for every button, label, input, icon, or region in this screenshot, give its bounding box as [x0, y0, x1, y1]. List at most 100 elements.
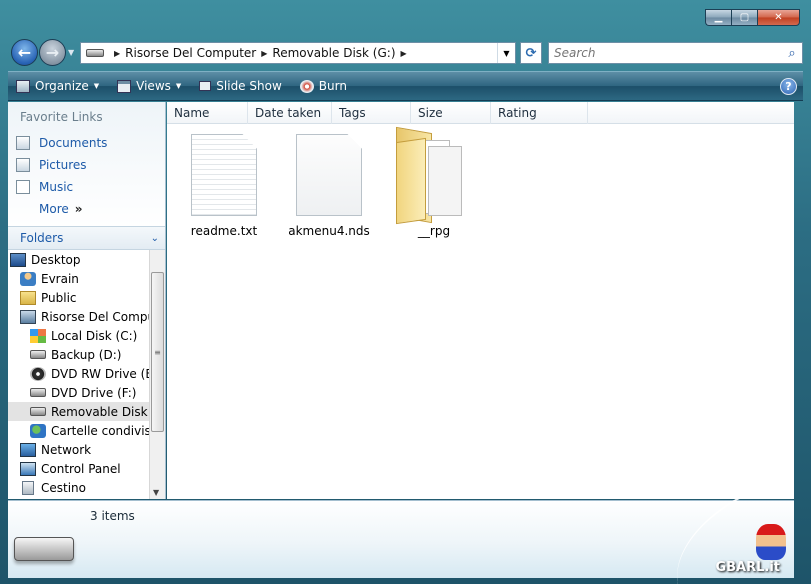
navigation-pane: Favorite Links Documents Pictures Music … [8, 102, 166, 499]
folder-rpg[interactable]: __rpg [389, 126, 479, 238]
desktop-icon [10, 252, 26, 267]
file-name: akmenu4.nds [288, 224, 370, 238]
column-size[interactable]: Size [411, 102, 491, 124]
breadcrumb-removable-disk[interactable]: Removable Disk (G:) [272, 46, 395, 60]
help-button[interactable]: ? [780, 78, 797, 95]
favorite-label: Pictures [39, 158, 87, 172]
removable-disk-icon [14, 537, 74, 561]
views-icon [117, 79, 132, 93]
search-input[interactable] [549, 46, 782, 60]
tree-item-dvd-rw-e[interactable]: DVD RW Drive (E:) [8, 364, 165, 383]
music-icon [16, 180, 30, 194]
tree-item-recycle-bin[interactable]: Cestino [8, 478, 165, 497]
dvd-icon [30, 366, 46, 381]
views-label: Views [136, 79, 171, 93]
removable-disk-icon [30, 407, 46, 416]
tree-item-evrain[interactable]: Evrain [8, 269, 165, 288]
file-list: Name Date taken Tags Size Rating readme.… [167, 102, 794, 499]
breadcrumb-computer[interactable]: Risorse Del Computer [125, 46, 256, 60]
forward-button[interactable]: → [39, 39, 66, 66]
windows-drive-icon [30, 328, 46, 343]
back-button[interactable]: ← [11, 39, 38, 66]
folders-header[interactable]: Folders ⌄ [8, 226, 165, 250]
tree-item-public[interactable]: Public [8, 288, 165, 307]
tree-item-control-panel[interactable]: Control Panel [8, 459, 165, 478]
tree-item-dvd-f[interactable]: DVD Drive (F:) [8, 383, 165, 402]
column-name[interactable]: Name [167, 102, 248, 124]
scrollbar-thumb[interactable]: ≡ [151, 272, 164, 432]
text-document-icon [191, 134, 257, 216]
organize-button[interactable]: Organize ▼ [16, 79, 99, 93]
folder-tree: Desktop Evrain Public Risorse Del Comput… [8, 250, 165, 499]
navigation-bar: ← → ▼ ▶ Risorse Del Computer ▶ Removable… [8, 38, 803, 66]
tree-scrollbar[interactable]: ≡ ▼ [149, 250, 165, 499]
scroll-down-icon[interactable]: ▼ [153, 488, 159, 497]
favorite-pictures[interactable]: Pictures [8, 154, 165, 176]
tree-item-backup-d[interactable]: Backup (D:) [8, 345, 165, 364]
file-name: __rpg [417, 224, 451, 238]
pictures-icon [16, 158, 30, 172]
favorite-documents[interactable]: Documents [8, 132, 165, 154]
burn-label: Burn [318, 79, 347, 93]
breadcrumb-separator[interactable]: ▶ [401, 49, 407, 58]
tree-label: Control Panel [41, 461, 121, 476]
close-button[interactable]: ✕ [757, 9, 800, 26]
watermark-text: GBARL.it [715, 560, 780, 575]
refresh-button[interactable]: ⟳ [520, 42, 542, 64]
item-count: 3 items [90, 509, 135, 523]
drive-icon [30, 350, 46, 359]
maximize-button[interactable]: ▢ [731, 9, 757, 26]
dvd-drive-icon [30, 388, 46, 397]
drive-icon [86, 49, 104, 57]
user-folder-icon [20, 271, 36, 286]
tree-item-local-disk-c[interactable]: Local Disk (C:) [8, 326, 165, 345]
burn-disc-icon [299, 79, 314, 93]
column-headers: Name Date taken Tags Size Rating [167, 102, 794, 124]
recent-pages-dropdown[interactable]: ▼ [68, 48, 74, 57]
slideshow-button[interactable]: Slide Show [199, 79, 282, 93]
caption-buttons: ▁ ▢ ✕ [705, 9, 800, 26]
favorite-label: Music [39, 180, 74, 194]
tree-label: Network [41, 442, 92, 457]
tree-item-network[interactable]: Network [8, 440, 165, 459]
command-bar: Organize ▼ Views ▼ Slide Show Burn ? [8, 71, 803, 101]
burn-button[interactable]: Burn [299, 79, 347, 93]
column-rating[interactable]: Rating [491, 102, 588, 124]
breadcrumb-separator[interactable]: ▶ [261, 49, 267, 58]
tree-item-removable-disk-g[interactable]: Removable Disk (G:) [8, 402, 165, 421]
recycle-bin-icon [22, 480, 34, 495]
search-box[interactable]: ⌕ [548, 42, 803, 64]
favorite-more[interactable]: More » [8, 198, 165, 220]
breadcrumb-separator[interactable]: ▶ [114, 49, 120, 58]
mario-logo [756, 524, 786, 560]
tree-label: Risorse Del Computer [41, 309, 165, 324]
tree-label: Cestino [41, 480, 86, 495]
tree-label: Backup (D:) [51, 347, 122, 362]
favorite-label: Documents [39, 136, 108, 150]
shared-folders-icon [30, 423, 46, 438]
folders-title: Folders [20, 231, 64, 245]
column-tags[interactable]: Tags [332, 102, 411, 124]
address-dropdown[interactable]: ▼ [497, 43, 515, 63]
refresh-icon: ⟳ [525, 45, 537, 61]
tree-item-desktop[interactable]: Desktop [8, 250, 165, 269]
organize-label: Organize [35, 79, 89, 93]
views-button[interactable]: Views ▼ [117, 79, 181, 93]
tree-item-computer[interactable]: Risorse Del Computer [8, 307, 165, 326]
address-bar[interactable]: ▶ Risorse Del Computer ▶ Removable Disk … [80, 42, 516, 64]
tree-label: Public [41, 290, 77, 305]
chevron-down-icon: ▼ [93, 82, 100, 90]
column-date-taken[interactable]: Date taken [248, 102, 332, 124]
details-pane: 3 items GBARL.it [8, 483, 794, 584]
file-akmenu4[interactable]: akmenu4.nds [284, 134, 374, 238]
grip-icon: ≡ [154, 347, 161, 357]
tree-item-shared-folders[interactable]: Cartelle condivise [8, 421, 165, 440]
minimize-button[interactable]: ▁ [705, 9, 731, 26]
favorite-music[interactable]: Music [8, 176, 165, 198]
file-readme[interactable]: readme.txt [179, 134, 269, 238]
search-icon[interactable]: ⌕ [782, 46, 802, 61]
network-icon [20, 442, 36, 457]
organize-icon [16, 79, 30, 93]
tree-label: Removable Disk (G:) [51, 404, 165, 419]
tree-label: Evrain [41, 271, 79, 286]
